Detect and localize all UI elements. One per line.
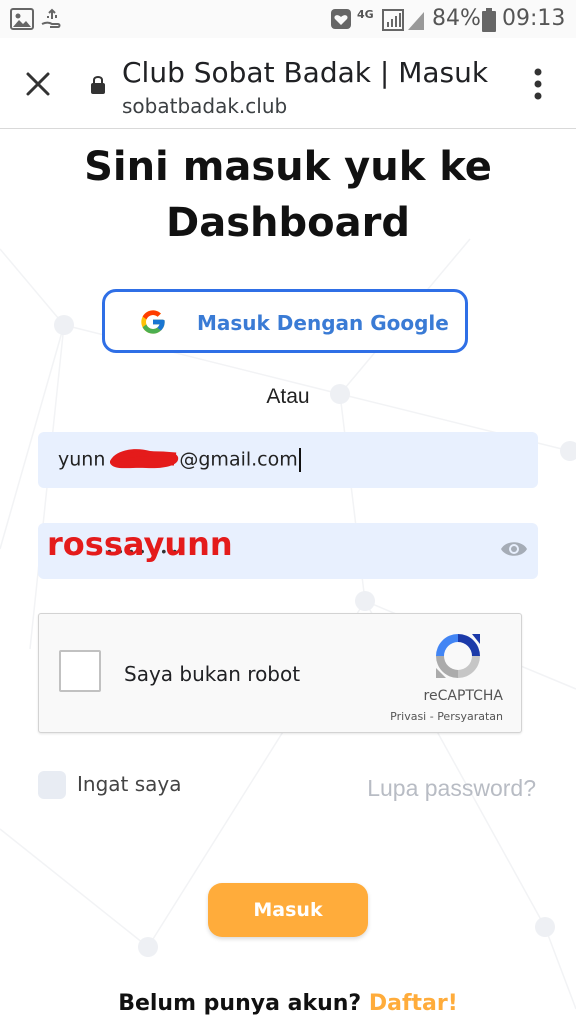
page-title: Club Sobat Badak | Masuk xyxy=(122,56,489,89)
google-login-button[interactable]: Masuk Dengan Google xyxy=(102,289,468,353)
email-value-prefix: yunn xyxy=(58,448,106,471)
recaptcha-links[interactable]: Privasi - Persyaratan xyxy=(369,710,503,723)
battery-percent: 84% xyxy=(432,6,481,31)
url-text[interactable]: sobatbadak.club xyxy=(122,94,287,118)
lock-icon xyxy=(91,76,105,94)
clock: 09:13 xyxy=(502,6,566,31)
redaction-scribble xyxy=(110,449,179,469)
login-button[interactable]: Masuk xyxy=(208,883,368,937)
text-caret xyxy=(298,448,301,472)
notification-icon xyxy=(331,9,351,29)
image-icon xyxy=(10,8,34,30)
login-page: Sini masuk yuk ke Dashboard Masuk Dengan… xyxy=(0,129,576,1024)
remember-me-label: Ingat saya xyxy=(77,772,182,796)
signup-prompt-text: Belum punya akun? xyxy=(118,991,362,1016)
network-type: 4G xyxy=(357,8,374,21)
usb-hand-icon xyxy=(41,8,61,28)
close-icon[interactable] xyxy=(22,68,54,100)
recaptcha-checkbox[interactable] xyxy=(59,650,101,692)
heading-line-1: Sini masuk yuk ke xyxy=(84,144,492,190)
more-vert-icon[interactable] xyxy=(528,66,548,102)
divider-text: Atau xyxy=(266,385,310,408)
recaptcha-widget: Saya bukan robot reCAPTCHA Privasi - Per… xyxy=(38,613,522,733)
login-heading: Sini masuk yuk ke Dashboard xyxy=(0,139,576,251)
forgot-password-link[interactable]: Lupa password? xyxy=(340,775,536,802)
show-password-icon[interactable] xyxy=(500,539,528,559)
signup-link[interactable]: Daftar! xyxy=(369,991,458,1016)
recaptcha-brand: reCAPTCHA xyxy=(423,688,503,704)
recaptcha-logo-icon xyxy=(436,634,480,678)
google-logo-icon xyxy=(141,310,165,334)
google-login-label: Masuk Dengan Google xyxy=(197,311,449,335)
signup-prompt: Belum punya akun? Daftar! xyxy=(0,991,576,1016)
battery-icon xyxy=(482,8,496,32)
password-annotation: rossayunn xyxy=(47,525,233,563)
heading-line-2: Dashboard xyxy=(166,200,410,246)
remember-me-checkbox[interactable] xyxy=(38,771,66,799)
browser-toolbar: Club Sobat Badak | Masuk sobatbadak.club xyxy=(0,38,576,129)
email-value-suffix: @gmail.com xyxy=(179,448,298,471)
recaptcha-label: Saya bukan robot xyxy=(124,662,301,686)
status-bar: 4G 84% 09:13 xyxy=(0,0,576,38)
signal-icon xyxy=(382,9,424,31)
